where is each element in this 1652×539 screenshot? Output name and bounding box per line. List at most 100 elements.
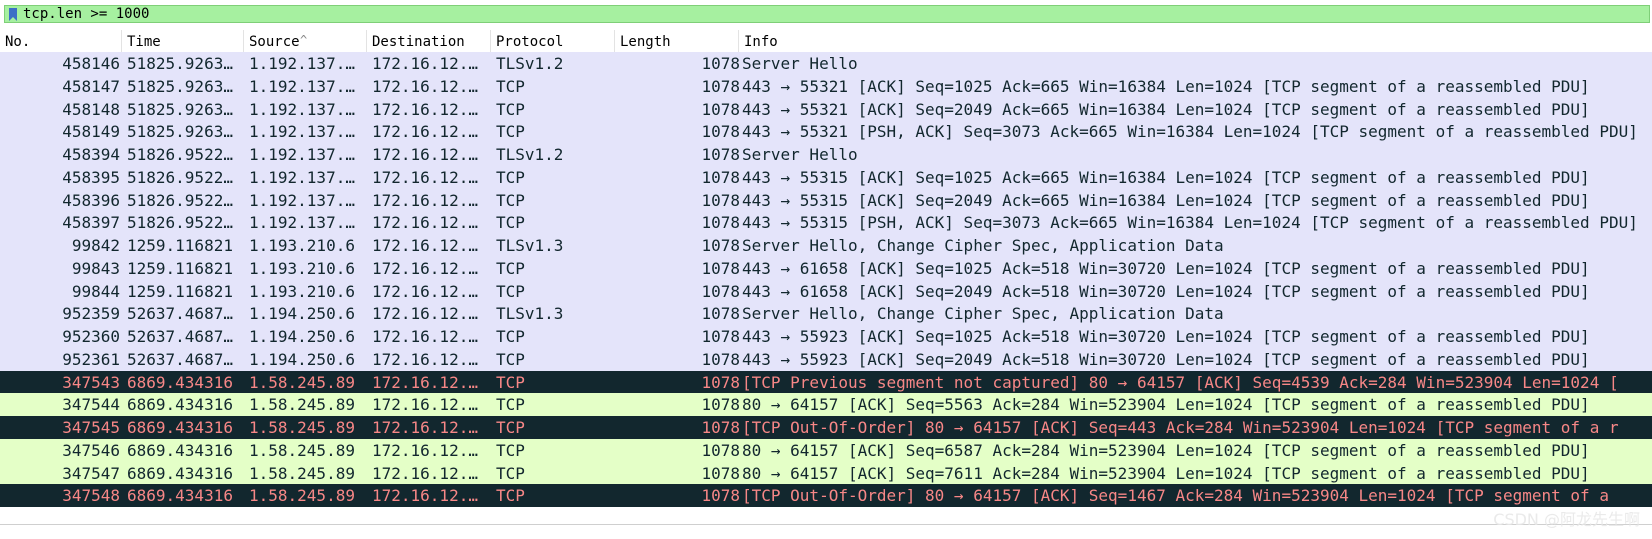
packet-number: 458395 bbox=[62, 167, 120, 187]
column-header-source[interactable]: Source ^ bbox=[244, 30, 367, 52]
packet-time: 1259.116821 bbox=[127, 258, 233, 278]
table-row[interactable]: 347547 6869.434316 1.58.245.89 172.16.12.… T… bbox=[0, 461, 1652, 485]
table-row[interactable]: 952361 52637.4687… 1.194.250.6 172.16.12.… T… bbox=[0, 347, 1652, 371]
packet-number: 347546 bbox=[62, 440, 120, 460]
packet-destination: 172.16.12.… bbox=[372, 99, 478, 119]
packet-source: 1.192.137.… bbox=[249, 167, 355, 187]
packet-number: 347547 bbox=[62, 463, 120, 483]
packet-time: 51826.9522… bbox=[127, 190, 233, 210]
packet-destination: 172.16.12.… bbox=[372, 395, 478, 415]
packet-source: 1.58.245.89 bbox=[249, 486, 355, 506]
table-row[interactable]: 99843 1259.116821 1.193.210.6 172.16.12.… TC… bbox=[0, 256, 1652, 280]
table-row[interactable]: 458395 51826.9522… 1.192.137.… 172.16.12.… T… bbox=[0, 165, 1652, 189]
packet-protocol: TCP bbox=[496, 213, 525, 233]
packet-destination: 172.16.12.… bbox=[372, 349, 478, 369]
packet-protocol: TCP bbox=[496, 258, 525, 278]
packet-info: 443 → 55315 [PSH, ACK] Seq=3073 Ack=665 … bbox=[742, 213, 1638, 233]
column-header-label: Destination bbox=[372, 34, 465, 50]
packet-length: 1078 bbox=[701, 213, 740, 233]
packet-info: 80 → 64157 [ACK] Seq=7611 Ack=284 Win=52… bbox=[742, 463, 1590, 483]
packet-protocol: TCP bbox=[496, 190, 525, 210]
packet-length: 1078 bbox=[701, 190, 740, 210]
column-header-time[interactable]: Time bbox=[122, 30, 244, 52]
packet-source: 1.193.210.6 bbox=[249, 236, 355, 255]
packet-destination: 172.16.12.… bbox=[372, 372, 478, 392]
display-filter-text: tcp.len >= 1000 bbox=[23, 6, 150, 22]
column-header-destination[interactable]: Destination bbox=[367, 30, 491, 52]
packet-destination: 172.16.12.… bbox=[372, 167, 478, 187]
packet-protocol: TCP bbox=[496, 463, 525, 483]
packet-number: 347544 bbox=[62, 395, 120, 415]
column-header-info[interactable]: Info bbox=[739, 30, 1652, 52]
packet-info: Server Hello, Change Cipher Spec, Applic… bbox=[742, 304, 1224, 324]
packet-protocol: TCP bbox=[496, 395, 525, 415]
packet-protocol: TCP bbox=[496, 122, 525, 142]
packet-protocol: TLSv1.3 bbox=[496, 304, 564, 324]
table-row[interactable]: 458148 51825.9263… 1.192.137.… 172.16.12.… T… bbox=[0, 97, 1652, 121]
packet-protocol: TCP bbox=[496, 372, 525, 392]
packet-info: 443 → 61658 [ACK] Seq=1025 Ack=518 Win=3… bbox=[742, 258, 1590, 278]
packet-list[interactable]: 458146 51825.9263… 1.192.137.… 172.16.12.… T… bbox=[0, 52, 1652, 524]
packet-info: [TCP Previous segment not captured] 80 →… bbox=[742, 372, 1619, 392]
packet-length: 1078 bbox=[701, 76, 740, 96]
bookmark-icon[interactable] bbox=[8, 8, 18, 21]
table-row[interactable]: 458394 51826.9522… 1.192.137.… 172.16.12.… T… bbox=[0, 143, 1652, 166]
packet-time: 6869.434316 bbox=[127, 395, 233, 415]
table-row[interactable]: 347546 6869.434316 1.58.245.89 172.16.12.… T… bbox=[0, 438, 1652, 462]
packet-info: Server Hello bbox=[742, 145, 858, 164]
column-header-length[interactable]: Length bbox=[615, 30, 739, 52]
packet-length: 1078 bbox=[701, 122, 740, 142]
packet-length: 1078 bbox=[701, 486, 740, 506]
table-row[interactable]: 347543 6869.434316 1.58.245.89 172.16.12.… T… bbox=[0, 370, 1652, 394]
table-row[interactable]: 347544 6869.434316 1.58.245.89 172.16.12.… T… bbox=[0, 393, 1652, 417]
packet-source: 1.192.137.… bbox=[249, 99, 355, 119]
packet-time: 1259.116821 bbox=[127, 236, 233, 255]
packet-destination: 172.16.12.… bbox=[372, 327, 478, 346]
packet-source: 1.193.210.6 bbox=[249, 281, 355, 301]
packet-length: 1078 bbox=[701, 281, 740, 301]
table-row[interactable]: 458146 51825.9263… 1.192.137.… 172.16.12.… T… bbox=[0, 52, 1652, 75]
packet-info: 443 → 61658 [ACK] Seq=2049 Ack=518 Win=3… bbox=[742, 281, 1590, 301]
table-row[interactable]: 99844 1259.116821 1.193.210.6 172.16.12.… TC… bbox=[0, 279, 1652, 303]
packet-time: 6869.434316 bbox=[127, 463, 233, 483]
packet-number: 347548 bbox=[62, 486, 120, 506]
table-row[interactable]: 952359 52637.4687… 1.194.250.6 172.16.12.… T… bbox=[0, 302, 1652, 326]
table-row[interactable]: 458397 51826.9522… 1.192.137.… 172.16.12.… T… bbox=[0, 211, 1652, 235]
table-row[interactable]: 458147 51825.9263… 1.192.137.… 172.16.12.… T… bbox=[0, 74, 1652, 98]
packet-number: 952360 bbox=[62, 327, 120, 346]
packet-time: 51825.9263… bbox=[127, 76, 233, 96]
packet-time: 51826.9522… bbox=[127, 213, 233, 233]
column-header-protocol[interactable]: Protocol bbox=[491, 30, 615, 52]
packet-number: 952359 bbox=[62, 304, 120, 324]
packet-info: 443 → 55315 [ACK] Seq=2049 Ack=665 Win=1… bbox=[742, 190, 1590, 210]
table-row[interactable]: 347548 6869.434316 1.58.245.89 172.16.12.… T… bbox=[0, 484, 1652, 508]
table-row[interactable]: 99842 1259.116821 1.193.210.6 172.16.12.… TL… bbox=[0, 234, 1652, 257]
packet-protocol: TCP bbox=[496, 327, 525, 346]
packet-length: 1078 bbox=[701, 54, 740, 73]
packet-info: Server Hello bbox=[742, 54, 858, 73]
packet-info: 443 → 55315 [ACK] Seq=1025 Ack=665 Win=1… bbox=[742, 167, 1590, 187]
table-row[interactable]: 952360 52637.4687… 1.194.250.6 172.16.12.… T… bbox=[0, 325, 1652, 348]
column-header-no[interactable]: No. bbox=[0, 30, 122, 52]
packet-time: 52637.4687… bbox=[127, 349, 233, 369]
packet-source: 1.194.250.6 bbox=[249, 327, 355, 346]
packet-number: 458147 bbox=[62, 76, 120, 96]
packet-protocol: TCP bbox=[496, 486, 525, 506]
packet-destination: 172.16.12.… bbox=[372, 258, 478, 278]
packet-source: 1.192.137.… bbox=[249, 122, 355, 142]
packet-time: 1259.116821 bbox=[127, 281, 233, 301]
display-filter-input[interactable]: tcp.len >= 1000 bbox=[4, 5, 1650, 23]
table-row[interactable]: 458396 51826.9522… 1.192.137.… 172.16.12.… T… bbox=[0, 188, 1652, 212]
table-row[interactable]: 458149 51825.9263… 1.192.137.… 172.16.12.… T… bbox=[0, 120, 1652, 144]
packet-length: 1078 bbox=[701, 327, 740, 346]
packet-length: 1078 bbox=[701, 395, 740, 415]
packet-destination: 172.16.12.… bbox=[372, 213, 478, 233]
packet-number: 952361 bbox=[62, 349, 120, 369]
table-row[interactable]: 347545 6869.434316 1.58.245.89 172.16.12.… T… bbox=[0, 416, 1652, 439]
column-header-label: Info bbox=[744, 34, 778, 50]
packet-number: 99844 bbox=[71, 281, 120, 301]
packet-destination: 172.16.12.… bbox=[372, 190, 478, 210]
packet-destination: 172.16.12.… bbox=[372, 440, 478, 460]
packet-source: 1.192.137.… bbox=[249, 145, 355, 164]
packet-source: 1.192.137.… bbox=[249, 213, 355, 233]
